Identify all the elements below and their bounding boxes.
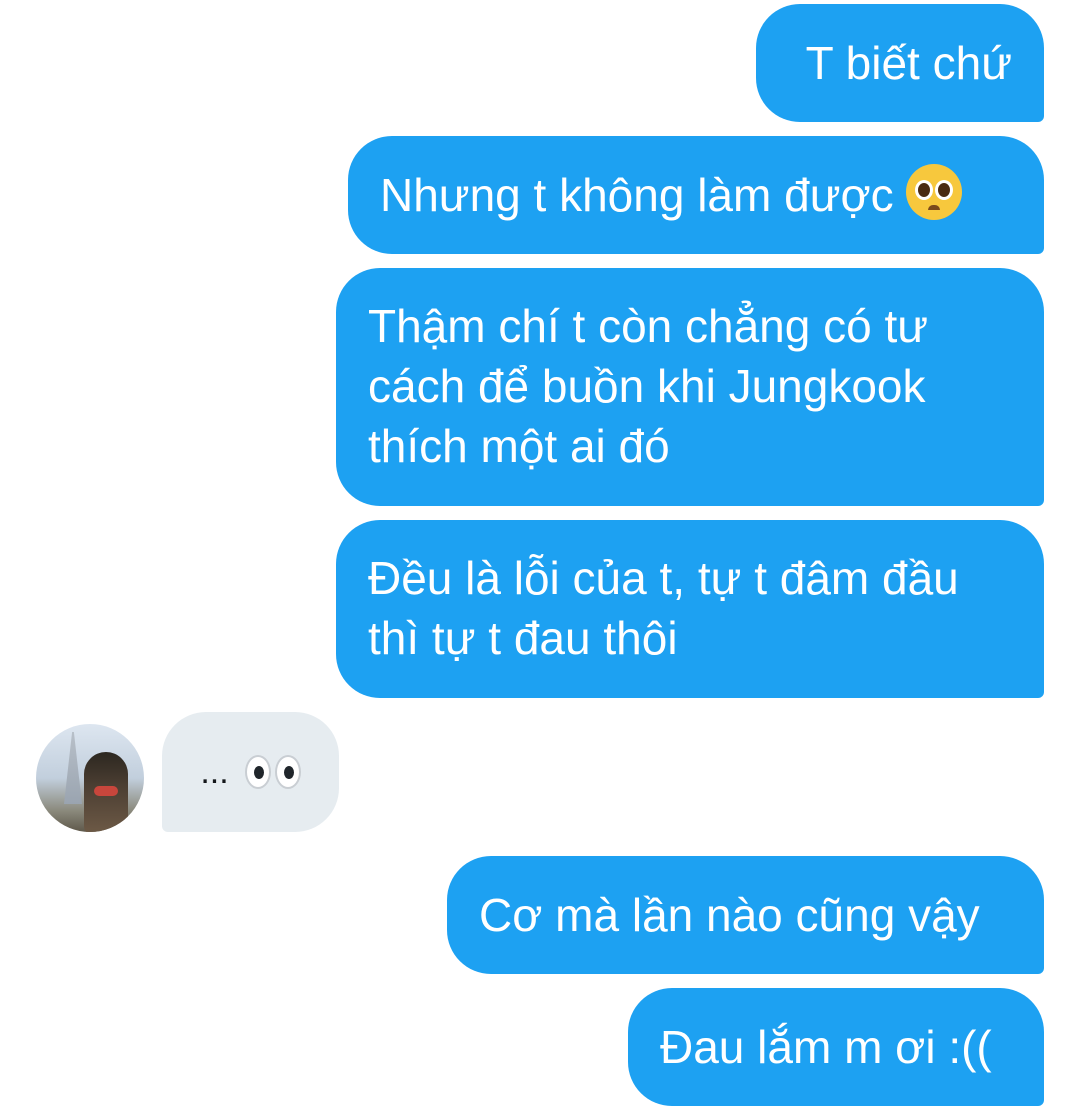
incoming-message-bubble[interactable]: ...	[162, 712, 339, 832]
outgoing-message-bubble[interactable]: Thậm chí t còn chẳng có tư cách để buồn …	[336, 268, 1044, 506]
message-text: Đều là lỗi của t, tự t đâm đầu thì tự t …	[368, 552, 959, 664]
outgoing-message-bubble[interactable]: Đau lắm m ơi :((	[628, 988, 1044, 1106]
message-text: ...	[200, 752, 229, 791]
incoming-message-row: ...	[0, 712, 1080, 832]
outgoing-message-bubble[interactable]: Nhưng t không làm được	[348, 136, 1044, 254]
message-text: Nhưng t không làm được	[380, 169, 894, 221]
message-text: T biết chứ	[805, 37, 1012, 89]
outgoing-message-bubble[interactable]: Đều là lỗi của t, tự t đâm đầu thì tự t …	[336, 520, 1044, 698]
message-text: Thậm chí t còn chẳng có tư cách để buồn …	[368, 300, 929, 472]
user-avatar[interactable]	[36, 724, 144, 832]
message-text: Đau lắm m ơi :((	[660, 1021, 992, 1073]
outgoing-message-bubble[interactable]: Cơ mà lần nào cũng vậy	[447, 856, 1044, 974]
message-thread: T biết chứ Nhưng t không làm được Thậm c…	[0, 0, 1080, 1111]
pleading-face-icon	[905, 164, 962, 220]
eiffel-tower-shape	[64, 732, 82, 804]
outgoing-message-bubble[interactable]: T biết chứ	[756, 4, 1044, 122]
scarf-shape	[94, 786, 118, 796]
eyes-icon	[244, 755, 301, 789]
message-text: Cơ mà lần nào cũng vậy	[479, 889, 980, 941]
